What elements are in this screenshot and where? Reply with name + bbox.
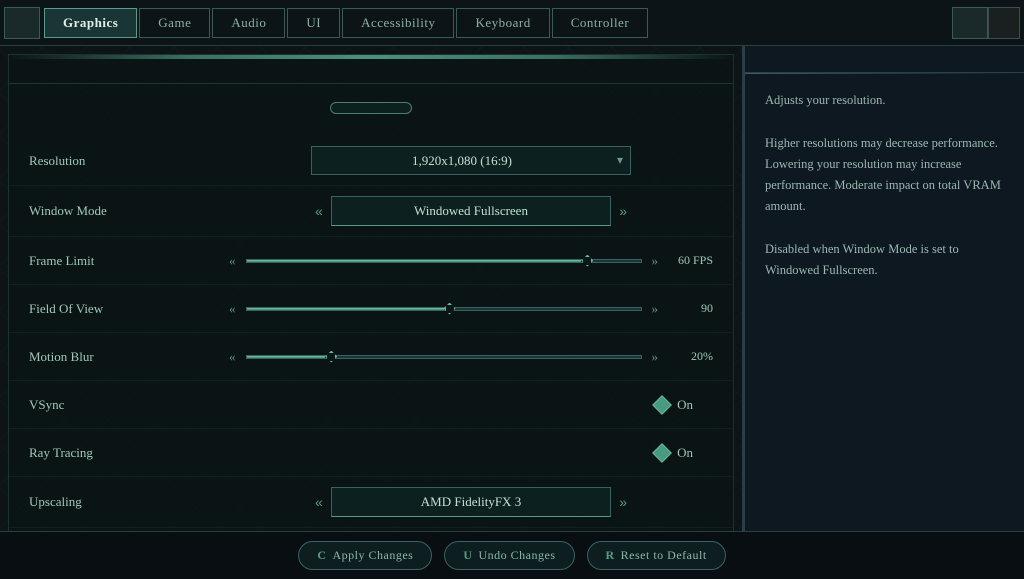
- bottom-btn-apply-changes[interactable]: C Apply Changes: [298, 541, 432, 570]
- slider-right-icon: »: [652, 253, 659, 269]
- nav-tab-keyboard[interactable]: Keyboard: [456, 8, 549, 38]
- nav-tab-controller[interactable]: Controller: [552, 8, 648, 38]
- setting-control-2: « » 60 FPS: [229, 253, 713, 269]
- slider-track-3[interactable]: [246, 307, 642, 311]
- bottom-bar: C Apply Changes U Undo Changes R Reset to …: [0, 531, 1024, 579]
- btn-label-0: Apply Changes: [333, 548, 414, 563]
- slider-left-arrows-3[interactable]: «: [229, 301, 236, 317]
- toggle-value-6: On: [677, 445, 693, 461]
- slider-left-arrows-4[interactable]: «: [229, 349, 236, 365]
- slider-track-2[interactable]: [246, 259, 642, 263]
- slider-right-icon: »: [652, 349, 659, 365]
- toggle-6[interactable]: On: [655, 445, 693, 461]
- slider-left-icon: «: [229, 349, 236, 365]
- left-panel: Resolution 1,920x1,080 (16:9)▾ Window Mode…: [0, 46, 744, 531]
- nav-tab-game[interactable]: Game: [139, 8, 210, 38]
- bottom-btn-reset-to-default[interactable]: R Reset to Default: [587, 541, 726, 570]
- toggle-diamond-icon-5: [652, 395, 672, 415]
- setting-label-0: Resolution: [29, 153, 229, 169]
- info-title: [745, 46, 1024, 73]
- slider-left-icon: «: [229, 253, 236, 269]
- close-button[interactable]: [988, 7, 1020, 39]
- btn-key-0: C: [317, 548, 326, 563]
- arrow-right-btn-1[interactable]: »: [615, 201, 631, 221]
- slider-value-3: 90: [668, 301, 713, 316]
- slider-value-4: 20%: [668, 349, 713, 364]
- setting-row-7: Upscaling «AMD FidelityFX 3»: [9, 477, 733, 528]
- setting-control-3: « » 90: [229, 301, 713, 317]
- btn-key-2: R: [606, 548, 615, 563]
- nav-tab-audio[interactable]: Audio: [212, 8, 285, 38]
- toggle-diamond-icon-6: [652, 443, 672, 463]
- info-body: Adjusts your resolution.Higher resolutio…: [745, 74, 1024, 297]
- setting-row-4: Motion Blur« » 20%: [9, 333, 733, 381]
- bottom-btn-undo-changes[interactable]: U Undo Changes: [444, 541, 574, 570]
- setting-row-8: FSR Super Resolution Quality«Quality»: [9, 528, 733, 531]
- setting-label-4: Motion Blur: [29, 349, 229, 365]
- nav-e-button[interactable]: [952, 7, 988, 39]
- setting-row-2: Frame Limit« » 60 FPS: [9, 237, 733, 285]
- slider-left-icon: «: [229, 301, 236, 317]
- setting-label-2: Frame Limit: [29, 253, 229, 269]
- arrow-right-btn-7[interactable]: »: [615, 492, 631, 512]
- right-panel: Adjusts your resolution.Higher resolutio…: [744, 46, 1024, 531]
- setting-label-3: Field Of View: [29, 301, 229, 317]
- nav-tabs-container: GraphicsGameAudioUIAccessibilityKeyboard…: [40, 8, 952, 38]
- arrow-select-1: «Windowed Fullscreen»: [311, 196, 631, 226]
- setting-control-1: «Windowed Fullscreen»: [229, 196, 713, 226]
- arrow-select-7: «AMD FidelityFX 3»: [311, 487, 631, 517]
- arrow-left-btn-7[interactable]: «: [311, 492, 327, 512]
- slider-left-arrows-2[interactable]: «: [229, 253, 236, 269]
- setting-row-1: Window Mode «Windowed Fullscreen»: [9, 186, 733, 237]
- slider-thumb-3: [444, 303, 456, 315]
- toggle-5[interactable]: On: [655, 397, 693, 413]
- dropdown-0: 1,920x1,080 (16:9)▾: [311, 146, 631, 175]
- setting-control-6: On: [229, 445, 713, 461]
- slider-fill-4: [247, 356, 326, 358]
- gamma-button[interactable]: [330, 102, 412, 114]
- slider-right-arrows-2[interactable]: »: [652, 253, 659, 269]
- slider-track-4[interactable]: [246, 355, 642, 359]
- nav-tab-accessibility[interactable]: Accessibility: [342, 8, 454, 38]
- resolution-select[interactable]: 1,920x1,080 (16:9): [311, 146, 631, 175]
- slider-right-icon: »: [652, 301, 659, 317]
- settings-panel: Resolution 1,920x1,080 (16:9)▾ Window Mode…: [8, 54, 734, 531]
- top-navigation: GraphicsGameAudioUIAccessibilityKeyboard…: [0, 0, 1024, 46]
- setting-control-5: On: [229, 397, 713, 413]
- setting-row-5: VSync On: [9, 381, 733, 429]
- setting-control-0: 1,920x1,080 (16:9)▾: [229, 146, 713, 175]
- arrow-value-1: Windowed Fullscreen: [331, 196, 611, 226]
- slider-right-arrows-3[interactable]: »: [652, 301, 659, 317]
- setting-row-0: Resolution 1,920x1,080 (16:9)▾: [9, 136, 733, 186]
- slider-fill-3: [247, 308, 444, 310]
- btn-label-1: Undo Changes: [479, 548, 556, 563]
- setting-control-4: « » 20%: [229, 349, 713, 365]
- setting-row-3: Field Of View« » 90: [9, 285, 733, 333]
- slider-thumb-2: [581, 255, 593, 267]
- arrow-left-btn-1[interactable]: «: [311, 201, 327, 221]
- slider-container-2: « » 60 FPS: [229, 253, 713, 269]
- main-content: Resolution 1,920x1,080 (16:9)▾ Window Mode…: [0, 46, 1024, 531]
- slider-container-4: « » 20%: [229, 349, 713, 365]
- setting-label-5: VSync: [29, 397, 229, 413]
- slider-value-2: 60 FPS: [668, 253, 713, 268]
- setting-label-1: Window Mode: [29, 203, 229, 219]
- settings-list: Resolution 1,920x1,080 (16:9)▾ Window Mode…: [9, 132, 733, 531]
- nav-tab-ui[interactable]: UI: [287, 8, 340, 38]
- nav-tab-graphics[interactable]: Graphics: [44, 8, 137, 38]
- slider-fill-2: [247, 260, 582, 262]
- slider-container-3: « » 90: [229, 301, 713, 317]
- nav-q-button[interactable]: [4, 7, 40, 39]
- btn-key-1: U: [463, 548, 472, 563]
- setting-row-6: Ray Tracing On: [9, 429, 733, 477]
- slider-right-arrows-4[interactable]: »: [652, 349, 659, 365]
- toggle-value-5: On: [677, 397, 693, 413]
- btn-label-2: Reset to Default: [621, 548, 707, 563]
- setting-control-7: «AMD FidelityFX 3»: [229, 487, 713, 517]
- slider-thumb-4: [325, 351, 337, 363]
- setting-label-6: Ray Tracing: [29, 445, 229, 461]
- setting-label-7: Upscaling: [29, 494, 229, 510]
- panel-title: [9, 59, 733, 84]
- arrow-value-7: AMD FidelityFX 3: [331, 487, 611, 517]
